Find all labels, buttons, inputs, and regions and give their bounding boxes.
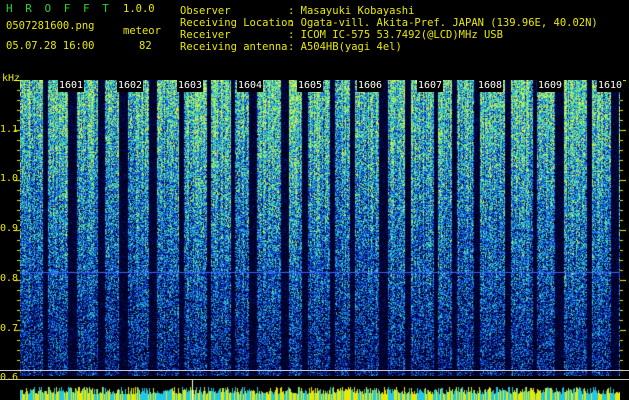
minute-label-1602: 1602 <box>117 80 144 92</box>
receiver-value: : ICOM IC-575 53.7492(@LCD)MHz USB <box>288 29 503 41</box>
observer-label: Observer <box>180 5 231 17</box>
minute-label-1610: 1610 <box>597 80 624 92</box>
antenna-value: : A504HB(yagi 4el) <box>288 41 402 53</box>
axis-unit: kHz <box>2 73 21 84</box>
baseline-guide-bottom <box>0 379 629 380</box>
minute-label-1606: 1606 <box>357 80 384 92</box>
echo-count: 82 <box>139 40 152 52</box>
antenna-label: Receiving antenna <box>180 41 288 53</box>
file-name: 0507281600.png <box>6 20 95 32</box>
observer-value: : Masayuki Kobayashi <box>288 5 415 17</box>
y-tick-1.0: 1.0 <box>0 173 19 184</box>
app-version: 1.0.0 <box>123 3 155 15</box>
minute-label-1603: 1603 <box>177 80 204 92</box>
minute-label-1601: 1601 <box>58 80 85 92</box>
baseline-guide-top <box>0 370 629 371</box>
y-tick-0.8: 0.8 <box>0 273 19 284</box>
location-value: : Ogata-vill. Akita-Pref. JAPAN (139.96E… <box>288 17 598 29</box>
app-title: H R O F F T <box>6 2 112 15</box>
mode-label: meteor <box>123 25 161 37</box>
date-time: 05.07.28 16:00 <box>6 40 95 52</box>
spectrogram <box>20 80 620 376</box>
minute-label-1609: 1609 <box>537 80 564 92</box>
minute-label-1608: 1608 <box>477 80 504 92</box>
receiver-label: Receiver <box>180 29 231 41</box>
y-tick-0.6: 0.6 <box>0 372 19 383</box>
y-tick-1.1: 1.1 <box>0 124 19 135</box>
minute-label-1605: 1605 <box>297 80 324 92</box>
location-label: Receiving Location <box>180 17 294 29</box>
minute-label-1604: 1604 <box>237 80 264 92</box>
y-tick-0.9: 0.9 <box>0 223 19 234</box>
signal-baseline-strip <box>20 380 620 400</box>
frequency-ticks-right <box>620 80 626 380</box>
minute-label-1607: 1607 <box>417 80 444 92</box>
y-tick-0.7: 0.7 <box>0 323 19 334</box>
